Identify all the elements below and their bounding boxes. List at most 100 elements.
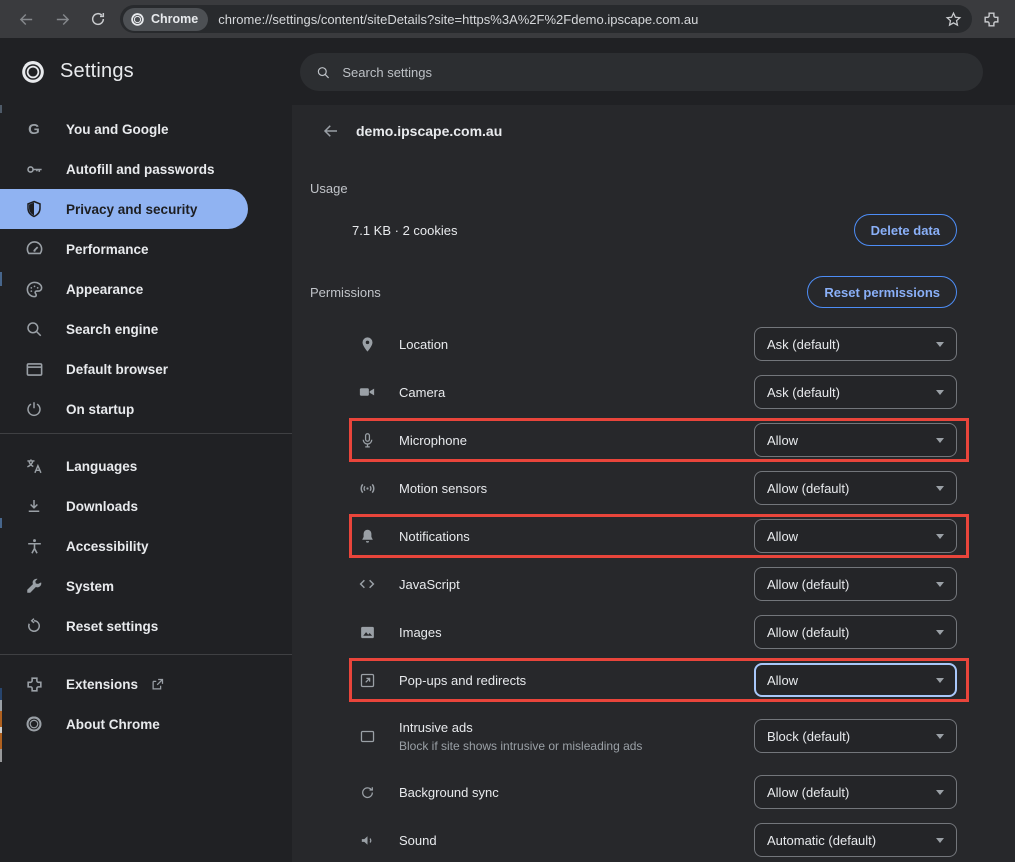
- sidebar-divider: [0, 433, 292, 434]
- address-bar[interactable]: Chrome chrome://settings/content/siteDet…: [120, 5, 972, 33]
- permission-label: Pop-ups and redirects: [399, 673, 526, 688]
- background-window-sliver: [0, 105, 2, 113]
- background-sync-permission-select[interactable]: Allow (default): [754, 775, 957, 809]
- javascript-permission-select[interactable]: Allow (default): [754, 567, 957, 601]
- back-arrow-icon: [18, 11, 35, 28]
- permission-label: JavaScript: [399, 577, 460, 592]
- sidebar-item-on-startup[interactable]: On startup: [0, 389, 292, 429]
- sync-icon: [355, 780, 379, 804]
- speaker-icon: [355, 828, 379, 852]
- reload-button[interactable]: [84, 5, 112, 33]
- url-text[interactable]: chrome://settings/content/siteDetails?si…: [218, 12, 945, 27]
- permission-label: Location: [399, 337, 448, 352]
- dropdown-caret-icon: [936, 582, 944, 587]
- sidebar-item-extensions[interactable]: Extensions: [0, 664, 292, 704]
- palette-icon: [24, 279, 44, 299]
- google-g-icon: G: [24, 119, 44, 139]
- magnifier-icon: [24, 319, 44, 339]
- sidebar-item-downloads[interactable]: Downloads: [0, 486, 292, 526]
- permission-row-motion-sensors: Motion sensors Allow (default): [292, 464, 1015, 512]
- permission-label: Motion sensors: [399, 481, 487, 496]
- sound-permission-select[interactable]: Automatic (default): [754, 823, 957, 857]
- images-permission-select[interactable]: Allow (default): [754, 615, 957, 649]
- search-input[interactable]: [342, 65, 967, 80]
- permission-row-microphone: Microphone Allow: [292, 416, 1015, 464]
- chrome-logo-icon: [130, 12, 145, 27]
- sidebar-item-performance[interactable]: Performance: [0, 229, 292, 269]
- site-title: demo.ipscape.com.au: [356, 123, 502, 139]
- popup-redirect-icon: [355, 668, 379, 692]
- background-window-sliver: [0, 272, 2, 286]
- chrome-logo-gray-icon: [24, 714, 44, 734]
- popups-permission-select[interactable]: Allow: [754, 663, 957, 697]
- forward-arrow-icon: [54, 11, 71, 28]
- back-icon[interactable]: [322, 122, 340, 140]
- permission-label: Sound: [399, 833, 437, 848]
- sidebar-item-you-and-google[interactable]: G You and Google: [0, 109, 292, 149]
- permission-row-camera: Camera Ask (default): [292, 368, 1015, 416]
- intrusive-ads-permission-select[interactable]: Block (default): [754, 719, 957, 753]
- motion-sensors-icon: [355, 476, 379, 500]
- reload-icon: [90, 11, 106, 27]
- sidebar-item-languages[interactable]: Languages: [0, 446, 292, 486]
- sidebar-item-default-browser[interactable]: Default browser: [0, 349, 292, 389]
- chrome-settings-logo-icon: [20, 59, 46, 85]
- settings-search[interactable]: [300, 53, 983, 91]
- motion-sensors-permission-select[interactable]: Allow (default): [754, 471, 957, 505]
- sidebar-item-reset-settings[interactable]: Reset settings: [0, 606, 292, 646]
- shield-icon: [24, 199, 44, 219]
- sidebar-item-appearance[interactable]: Appearance: [0, 269, 292, 309]
- location-pin-icon: [355, 332, 379, 356]
- location-permission-select[interactable]: Ask (default): [754, 327, 957, 361]
- restore-icon: [24, 616, 44, 636]
- delete-data-button[interactable]: Delete data: [854, 214, 957, 246]
- notifications-permission-select[interactable]: Allow: [754, 519, 957, 553]
- background-window-sliver: [0, 711, 2, 727]
- sidebar-item-system[interactable]: System: [0, 566, 292, 606]
- permission-label: Notifications: [399, 529, 470, 544]
- microphone-permission-select[interactable]: Allow: [754, 423, 957, 457]
- permission-row-popups: Pop-ups and redirects Allow: [292, 656, 1015, 704]
- extensions-puzzle-icon[interactable]: [982, 10, 1001, 29]
- site-chip-label: Chrome: [151, 12, 198, 26]
- permission-label: Intrusive ads: [399, 720, 642, 735]
- search-icon: [316, 65, 330, 80]
- permission-label: Microphone: [399, 433, 467, 448]
- wrench-icon: [24, 576, 44, 596]
- usage-section-label: Usage: [310, 181, 1015, 196]
- permissions-section-label: Permissions: [310, 285, 381, 300]
- permission-label: Background sync: [399, 785, 499, 800]
- forward-button[interactable]: [48, 5, 76, 33]
- puzzle-icon: [24, 674, 44, 694]
- image-icon: [355, 620, 379, 644]
- page-title: Settings: [60, 60, 134, 83]
- ads-icon: [355, 724, 379, 748]
- settings-header: Settings: [0, 38, 1015, 105]
- download-icon: [24, 496, 44, 516]
- sidebar-item-about-chrome[interactable]: About Chrome: [0, 704, 292, 744]
- permission-label: Images: [399, 625, 442, 640]
- dropdown-caret-icon: [936, 486, 944, 491]
- settings-sidebar: G You and Google Autofill and passwords …: [0, 105, 292, 862]
- sidebar-item-privacy-security[interactable]: Privacy and security: [0, 189, 248, 229]
- bookmark-star-icon[interactable]: [945, 11, 962, 28]
- camera-permission-select[interactable]: Ask (default): [754, 375, 957, 409]
- background-window-sliver: [0, 749, 2, 762]
- site-chip[interactable]: Chrome: [123, 8, 208, 31]
- reset-permissions-button[interactable]: Reset permissions: [807, 276, 957, 308]
- browser-window: Chrome chrome://settings/content/siteDet…: [0, 0, 1015, 862]
- permission-row-background-sync: Background sync Allow (default): [292, 768, 1015, 816]
- sidebar-item-search-engine[interactable]: Search engine: [0, 309, 292, 349]
- dropdown-caret-icon: [936, 342, 944, 347]
- sidebar-divider: [0, 654, 292, 655]
- dropdown-caret-icon: [936, 838, 944, 843]
- permission-row-notifications: Notifications Allow: [292, 512, 1015, 560]
- site-details-panel: demo.ipscape.com.au Usage 7.1 KB · 2 coo…: [292, 105, 1015, 862]
- sidebar-item-autofill[interactable]: Autofill and passwords: [0, 149, 292, 189]
- usage-row: 7.1 KB · 2 cookies Delete data: [292, 206, 1015, 254]
- bell-icon: [355, 524, 379, 548]
- sidebar-item-accessibility[interactable]: Accessibility: [0, 526, 292, 566]
- back-button[interactable]: [12, 5, 40, 33]
- permission-row-sound: Sound Automatic (default): [292, 816, 1015, 862]
- background-window-sliver: [0, 700, 2, 711]
